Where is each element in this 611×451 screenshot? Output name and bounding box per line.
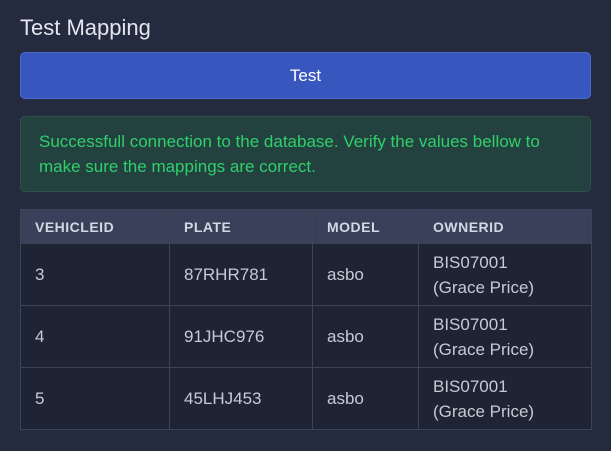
header-model: MODEL	[312, 209, 419, 244]
table-row: 4 91JHC976 asbo BIS07001 (Grace Price)	[20, 305, 592, 368]
cell-model: asbo	[312, 305, 419, 368]
test-button[interactable]: Test	[20, 52, 591, 99]
cell-model: asbo	[312, 367, 419, 430]
owner-name: (Grace Price)	[433, 339, 535, 359]
cell-vehicleid: 4	[20, 305, 170, 368]
mapping-preview-table: VEHICLEID PLATE MODEL OWNERID 3 87RHR781…	[20, 209, 592, 430]
cell-plate: 45LHJ453	[169, 367, 313, 430]
cell-model: asbo	[312, 243, 419, 306]
owner-name: (Grace Price)	[433, 277, 535, 297]
cell-ownerid: BIS07001 (Grace Price)	[418, 243, 592, 306]
cell-vehicleid: 5	[20, 367, 170, 430]
owner-name: (Grace Price)	[433, 401, 535, 421]
header-ownerid: OWNERID	[418, 209, 592, 244]
success-alert: Successfull connection to the database. …	[20, 116, 591, 192]
owner-id: BIS07001	[433, 252, 508, 272]
header-plate: PLATE	[169, 209, 313, 244]
section-title: Test Mapping	[20, 15, 151, 40]
table-header-row: VEHICLEID PLATE MODEL OWNERID	[20, 209, 592, 244]
cell-plate: 87RHR781	[169, 243, 313, 306]
test-mapping-panel: Test Mapping Test Successfull connection…	[0, 0, 611, 451]
cell-vehicleid: 3	[20, 243, 170, 306]
table-row: 3 87RHR781 asbo BIS07001 (Grace Price)	[20, 243, 592, 306]
owner-id: BIS07001	[433, 376, 508, 396]
header-vehicleid: VEHICLEID	[20, 209, 170, 244]
cell-ownerid: BIS07001 (Grace Price)	[418, 305, 592, 368]
cell-plate: 91JHC976	[169, 305, 313, 368]
owner-id: BIS07001	[433, 314, 508, 334]
cell-ownerid: BIS07001 (Grace Price)	[418, 367, 592, 430]
table-row: 5 45LHJ453 asbo BIS07001 (Grace Price)	[20, 367, 592, 430]
